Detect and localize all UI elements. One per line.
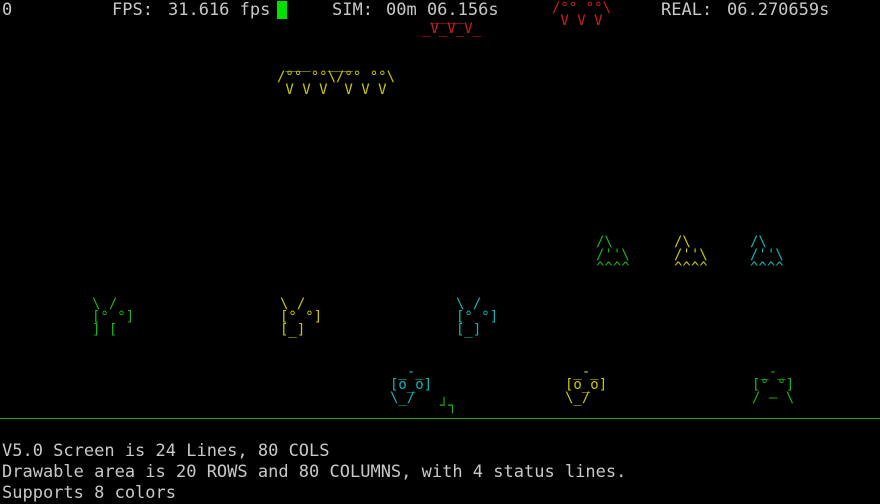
real-label: REAL: bbox=[661, 0, 713, 20]
info-line-3: Supports 8 colors bbox=[2, 483, 176, 503]
cyan-bug-alien: \ / [° °] [_] bbox=[456, 296, 499, 338]
fps-value: 31.616 fps bbox=[168, 0, 271, 20]
yellow-saucer: ___ ___ /°° °°\/°° °°\ V V V V V V bbox=[277, 56, 396, 98]
text-cursor bbox=[277, 1, 287, 19]
red-saucer-left: ____ _V_V_V_ bbox=[422, 8, 482, 37]
green-bug-alien: \ / [° °] ] [ bbox=[92, 296, 135, 338]
green-robot: _-_ [° °] / — \ bbox=[752, 364, 795, 406]
real-value: 06.270659s bbox=[727, 0, 830, 20]
ground-line bbox=[0, 418, 880, 419]
score: 0 bbox=[2, 0, 13, 20]
fps-label: FPS: bbox=[112, 0, 153, 20]
yellow-bug-alien: \ / [° °] [_] bbox=[280, 296, 323, 338]
info-line-1: V5.0 Screen is 24 Lines, 80 COLS bbox=[2, 441, 330, 461]
cyan-cone-alien: /\ /''\ ^^^^ bbox=[750, 234, 784, 276]
red-saucer-right: /°° °°\ V V V bbox=[552, 0, 612, 29]
yellow-robot: _-_ [o_o] \_/ bbox=[565, 364, 608, 406]
green-marker: ┘┐ bbox=[440, 398, 457, 414]
info-line-2: Drawable area is 20 ROWS and 80 COLUMNS,… bbox=[2, 462, 627, 482]
yellow-cone-alien: /\ /''\ ^^^^ bbox=[674, 234, 708, 276]
green-cone-alien: /\ /''\ ^^^^ bbox=[596, 234, 630, 276]
sim-label: SIM: bbox=[332, 0, 373, 20]
cyan-robot: _-_ [o_o] \_/ bbox=[390, 364, 433, 406]
